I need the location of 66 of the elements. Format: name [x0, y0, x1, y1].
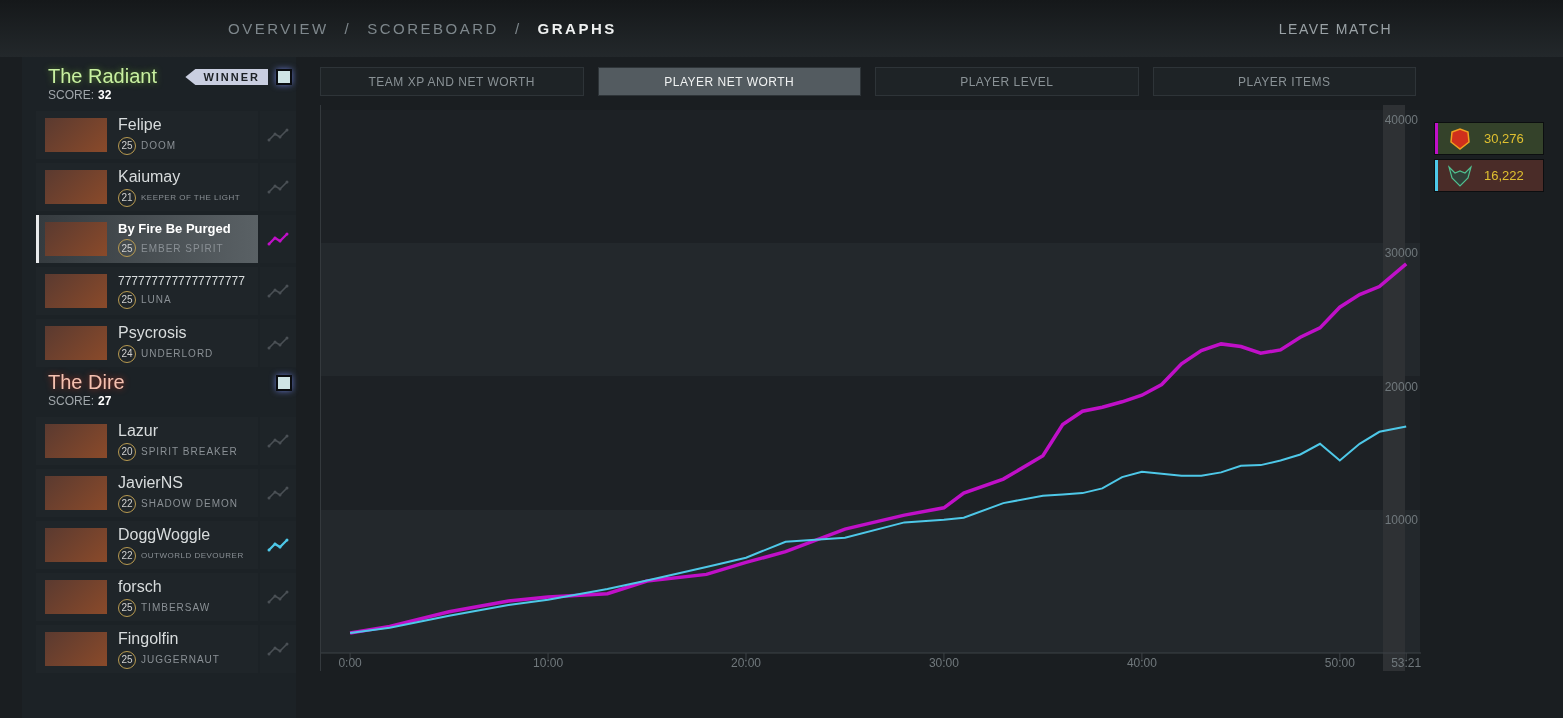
team-name: The Dire	[48, 371, 125, 394]
team-checkbox[interactable]	[276, 69, 292, 85]
hero-name: SHADOW DEMON	[141, 498, 238, 509]
player-name: By Fire Be Purged	[118, 221, 231, 236]
player-name: Felipe	[118, 115, 163, 134]
graph-tab[interactable]: PLAYER LEVEL	[875, 67, 1139, 96]
player-name: Kaiumay	[118, 167, 182, 186]
x-axis-label: 30:00	[928, 656, 959, 670]
x-axis-label: 53:21	[1391, 656, 1421, 670]
hero-portrait	[45, 118, 107, 152]
team-checkbox[interactable]	[276, 375, 292, 391]
hero-portrait	[45, 528, 107, 562]
hero-name: UNDERLORD	[141, 348, 214, 359]
hero-portrait	[45, 274, 107, 308]
hero-name: LUNA	[141, 294, 172, 305]
hero-name: TIMBERSAW	[141, 602, 211, 613]
nav-tab[interactable]: GRAPHS	[537, 20, 617, 37]
player-name: Lazur	[118, 421, 160, 440]
player-name: JavierNS	[118, 473, 184, 492]
score-value: 27	[98, 394, 112, 408]
score-value: 32	[98, 88, 112, 102]
winner-badge: WINNER	[185, 69, 268, 85]
hero-portrait	[45, 170, 107, 204]
score-label: SCORE:	[48, 394, 94, 408]
shield-icon	[1448, 127, 1472, 150]
graph-tab[interactable]: PLAYER NET WORTH	[597, 67, 861, 96]
nav-tab[interactable]: SCOREBOARD	[367, 20, 499, 37]
x-axis-label: 0:00	[338, 656, 362, 670]
player-name: Psycrosis	[118, 323, 188, 342]
line-graph-icon[interactable]	[267, 538, 289, 552]
player-name: DoggWoggle	[118, 525, 212, 544]
x-axis-label: 10:00	[533, 656, 564, 670]
net-worth-value: 30,276	[1484, 131, 1524, 146]
nav-separator: /	[344, 20, 352, 37]
x-axis-label: 50:00	[1324, 656, 1355, 670]
player-name: forsch	[118, 577, 163, 596]
team-name: The Radiant	[48, 65, 157, 88]
player-row[interactable]: By Fire Be Purged 25 EMBER SPIRIT	[36, 215, 258, 263]
hero-name: DOOM	[141, 140, 177, 151]
graph-tab[interactable]: TEAM XP AND NET WORTH	[320, 67, 584, 96]
graph-tab[interactable]: PLAYER ITEMS	[1152, 67, 1416, 96]
net-worth-value: 16,222	[1484, 168, 1524, 183]
nav-tab[interactable]: OVERVIEW	[228, 20, 329, 37]
x-axis-label: 20:00	[731, 656, 761, 670]
horned-helmet-icon	[1448, 164, 1472, 187]
player-name: Fingolfin	[118, 629, 180, 648]
hero-name: JUGGERNAUT	[141, 654, 220, 665]
hero-portrait	[45, 424, 107, 458]
nav-separator: /	[514, 20, 522, 37]
player-name: 7777777777777777777	[118, 273, 245, 288]
y-axis-label: 40000	[1384, 113, 1418, 127]
hero-name: KEEPER OF THE LIGHT	[141, 193, 241, 202]
hero-name: SPIRIT BREAKER	[141, 446, 238, 457]
y-axis-label: 10000	[1384, 512, 1418, 527]
hero-name: EMBER SPIRIT	[141, 242, 224, 254]
y-axis-label: 30000	[1384, 246, 1418, 261]
hero-name: OUTWORLD DEVOURER	[141, 551, 244, 560]
hero-portrait	[45, 222, 107, 256]
hero-portrait	[45, 326, 107, 360]
y-axis-label: 20000	[1384, 379, 1418, 394]
hero-portrait	[45, 632, 107, 666]
hero-portrait	[45, 476, 107, 510]
x-axis-label: 40:00	[1126, 656, 1157, 670]
score-label: SCORE:	[48, 88, 94, 102]
leave-match-link[interactable]: LEAVE MATCH	[1278, 20, 1392, 37]
hero-portrait	[45, 580, 107, 614]
